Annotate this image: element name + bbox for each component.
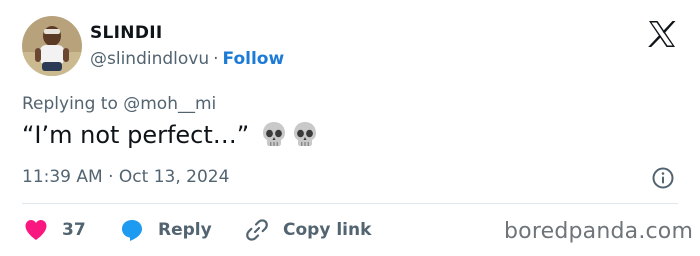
like-count: 37 bbox=[62, 220, 86, 240]
divider bbox=[22, 203, 678, 204]
copy-link-label: Copy link bbox=[283, 220, 372, 240]
info-icon[interactable] bbox=[651, 166, 675, 190]
heart-icon bbox=[25, 220, 47, 240]
like-button[interactable]: 37 bbox=[24, 217, 86, 243]
timestamp-separator: · bbox=[108, 167, 114, 187]
reply-context: Replying to @moh__mi bbox=[22, 94, 216, 114]
skull-icon bbox=[291, 120, 319, 148]
watermark: boredpanda.com bbox=[504, 219, 694, 244]
reply-button[interactable]: Reply bbox=[120, 217, 212, 243]
tweet-text: “I’m not perfect…” bbox=[22, 120, 319, 149]
follow-button[interactable]: Follow bbox=[223, 49, 285, 69]
tweet-timestamp[interactable]: 11:39 AM · Oct 13, 2024 bbox=[22, 167, 229, 187]
tweet-date: Oct 13, 2024 bbox=[118, 167, 230, 187]
link-icon bbox=[246, 219, 268, 241]
author-meta: @slindindlovu · Follow bbox=[90, 49, 284, 69]
meta-separator: · bbox=[213, 49, 219, 69]
reply-bubble-icon bbox=[122, 220, 142, 241]
skull-icon bbox=[260, 120, 288, 148]
copy-link-button[interactable]: Copy link bbox=[245, 217, 371, 243]
author-name[interactable]: SLINDII bbox=[90, 23, 163, 43]
author-handle[interactable]: @slindindlovu bbox=[90, 49, 209, 69]
reply-to-handle[interactable]: @moh__mi bbox=[123, 94, 216, 114]
reply-context-prefix: Replying to bbox=[22, 94, 118, 114]
tweet-time: 11:39 AM bbox=[22, 167, 103, 187]
x-logo-icon[interactable] bbox=[647, 20, 677, 48]
tweet-body: “I’m not perfect…” bbox=[22, 121, 250, 149]
reply-label: Reply bbox=[158, 220, 212, 240]
avatar[interactable] bbox=[22, 16, 82, 76]
